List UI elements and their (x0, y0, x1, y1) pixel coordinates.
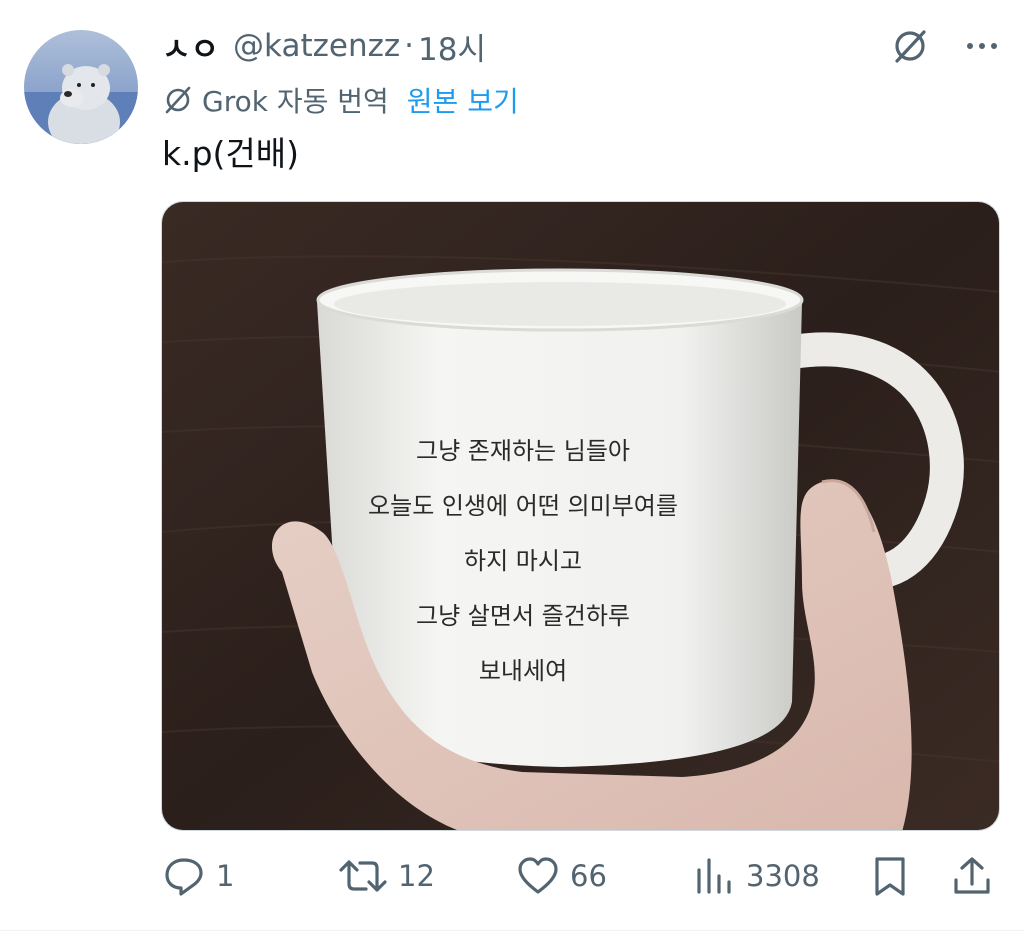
repost-count: 12 (398, 859, 435, 893)
reply-button[interactable]: 1 (162, 848, 234, 904)
share-icon (954, 857, 990, 894)
tweet-header: ㅅㅇ @katzenzz · 18시 (162, 22, 486, 70)
mug-text-line: 보내세여 (478, 657, 568, 685)
display-name[interactable]: ㅅㅇ (162, 24, 219, 69)
reply-icon (165, 858, 203, 896)
heart-icon (518, 857, 558, 894)
reply-count: 1 (216, 859, 235, 893)
views-button[interactable]: 3308 (692, 848, 820, 904)
separator-dot: · (404, 28, 415, 64)
bookmark-icon (875, 857, 905, 896)
tweet-top-actions (888, 24, 1002, 68)
views-icon (697, 858, 731, 894)
tweet-action-bar: 1 12 66 3308 (160, 848, 1010, 904)
tweet-photo[interactable]: 그냥 존재하는 님들아 오늘도 인생에 어떤 의미부여를 하지 마시고 그냥 살… (161, 201, 1000, 831)
bookmark-button[interactable] (868, 848, 912, 904)
mug-text-line: 오늘도 인생에 어떤 의미부여를 (368, 492, 678, 520)
mug-text-line: 하지 마시고 (463, 547, 583, 575)
repost-button[interactable]: 12 (338, 848, 435, 904)
repost-icon (339, 860, 387, 892)
grok-small-icon (165, 86, 191, 114)
user-handle[interactable]: @katzenzz (233, 28, 400, 64)
view-count: 3308 (746, 859, 820, 893)
tweet: ㅅㅇ @katzenzz · 18시 Grok 자동 번역 원본 보기 k.p(… (0, 0, 1024, 934)
tweet-divider (0, 930, 1024, 931)
tweet-text: k.p(건배) (162, 134, 300, 173)
like-count: 66 (570, 859, 607, 893)
like-button[interactable]: 66 (516, 848, 607, 904)
avatar-polar-bear-image (24, 30, 138, 144)
mug-text: 그냥 존재하는 님들아 오늘도 인생에 어떤 의미부여를 하지 마시고 그냥 살… (162, 424, 884, 699)
translation-label: Grok 자동 번역 (202, 85, 389, 118)
share-button[interactable] (950, 848, 994, 904)
avatar[interactable] (24, 30, 138, 144)
mug-text-line: 그냥 살면서 즐건하루 (416, 602, 630, 630)
timestamp[interactable]: 18시 (418, 24, 486, 69)
auto-translation-bar: Grok 자동 번역 원본 보기 (162, 78, 519, 122)
show-original-link[interactable]: 원본 보기 (407, 80, 519, 120)
grok-icon (895, 30, 926, 63)
more-button[interactable] (962, 26, 1002, 66)
mug-text-line: 그냥 존재하는 님들아 (416, 437, 630, 465)
more-icon (967, 43, 997, 49)
grok-button[interactable] (888, 24, 932, 68)
